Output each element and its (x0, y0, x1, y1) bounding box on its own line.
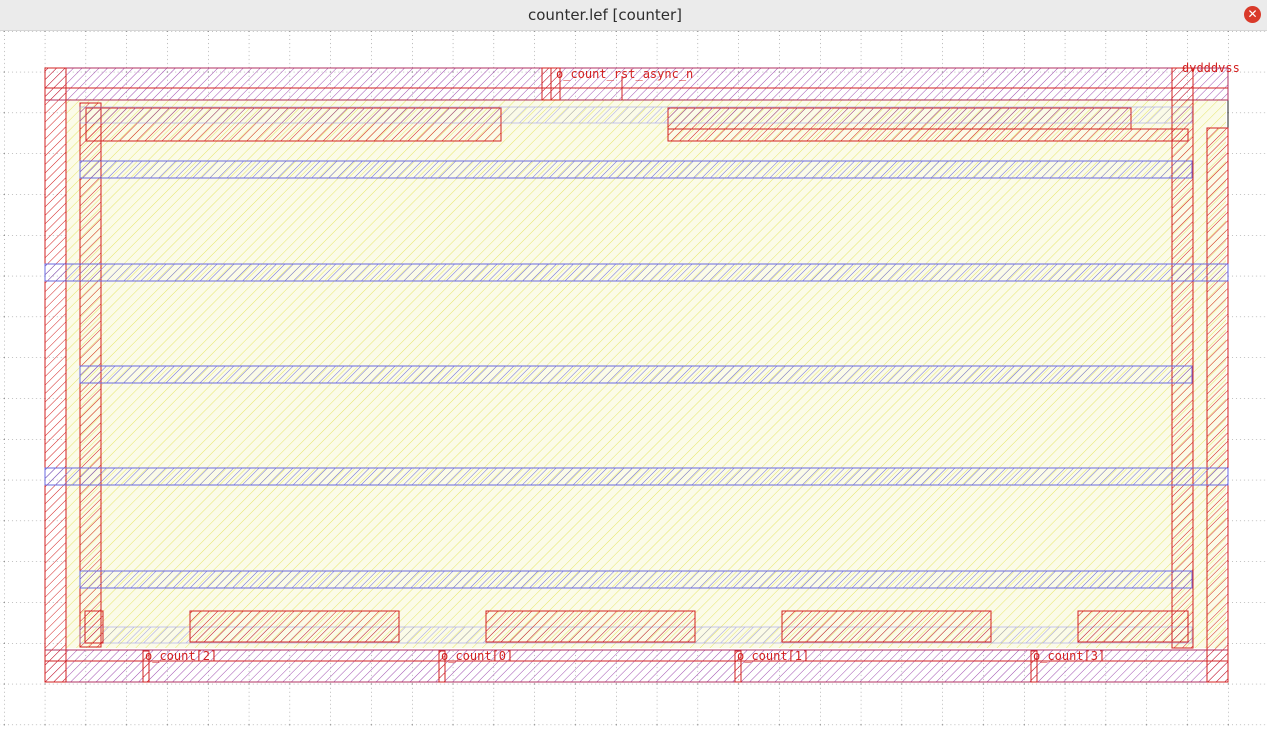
bottom-pin-label-0: o_count[2] (145, 649, 217, 663)
right-ring (1206, 127, 1229, 683)
window-titlebar: counter.lef [counter] ✕ (0, 0, 1267, 31)
rail-4 (44, 467, 1229, 486)
bottom-small-block (84, 610, 104, 644)
bottom-block-1 (189, 610, 400, 643)
top-pin-label: o_count_rst_async_n (556, 67, 693, 81)
rail-2 (44, 263, 1229, 282)
rail-1 (79, 160, 1193, 179)
top-right-block-lower (667, 128, 1189, 142)
bottom-block-2 (485, 610, 696, 643)
left-ring (44, 67, 67, 683)
bottom-pin-label-2: o_count[1] (737, 649, 809, 663)
window-title: counter.lef [counter] (528, 6, 682, 24)
rail-3 (79, 365, 1193, 384)
rail-5 (79, 570, 1193, 589)
bottom-block-4 (1077, 610, 1189, 643)
layout-canvas[interactable]: o_count_rst_async_n dvdddvss o_count[2] … (0, 31, 1267, 726)
close-icon[interactable]: ✕ (1244, 6, 1261, 23)
bottom-pin-label-1: o_count[0] (441, 649, 513, 663)
bottom-pin-label-3: o_count[3] (1033, 649, 1105, 663)
layout-view[interactable]: o_count_rst_async_n dvdddvss o_count[2] … (0, 31, 1267, 726)
right-strap (1171, 67, 1194, 649)
power-pin-label: dvdddvss (1182, 61, 1240, 75)
rail-0 (79, 106, 1193, 124)
bottom-block-3 (781, 610, 992, 643)
